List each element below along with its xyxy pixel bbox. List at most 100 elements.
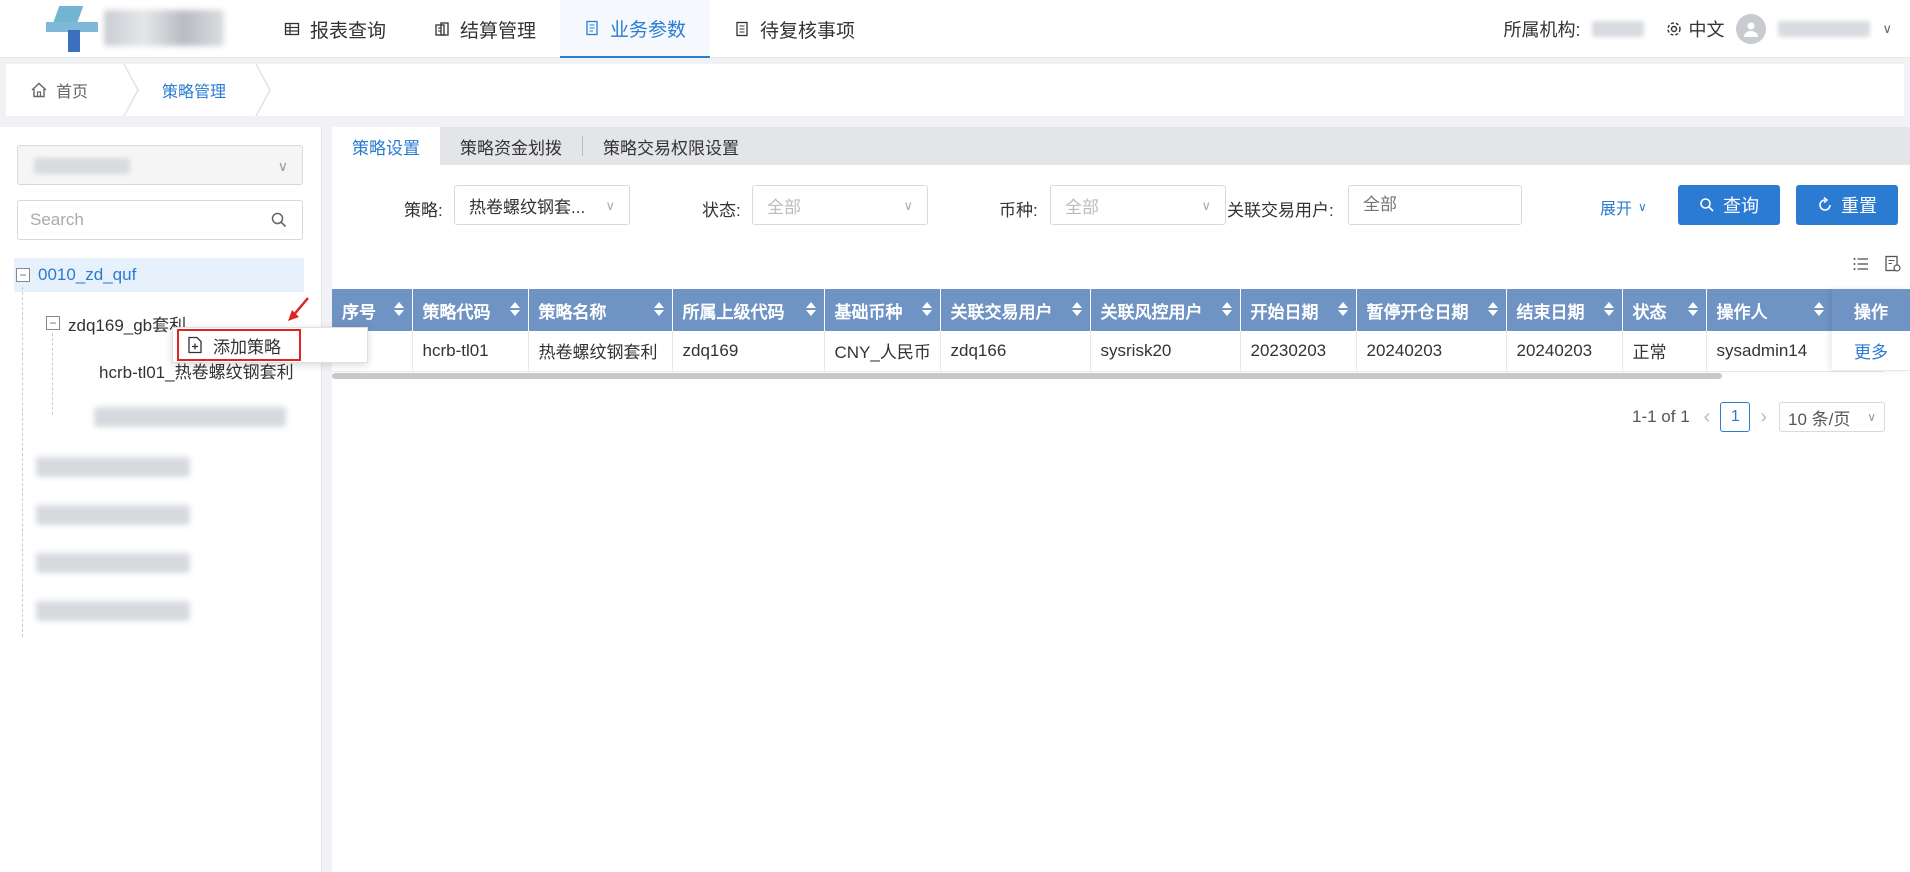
- chevron-down-icon: ∨: [277, 158, 288, 174]
- sort-icon[interactable]: [921, 302, 932, 316]
- table-row[interactable]: hcrb-tl01 热卷螺纹钢套利 zdq169 CNY_人民币 zdq166 …: [332, 331, 1883, 372]
- more-link[interactable]: 更多: [1832, 331, 1910, 371]
- sort-icon[interactable]: [653, 302, 664, 316]
- breadcrumb-current-label: 策略管理: [162, 84, 227, 101]
- prev-page-icon[interactable]: ‹: [1704, 406, 1711, 429]
- chevron-down-icon[interactable]: ∨: [1882, 21, 1892, 37]
- pagination: 1-1 of 1 ‹ 1 › 10 条/页 ∨: [1632, 402, 1885, 432]
- breadcrumb-home[interactable]: 首页: [30, 64, 88, 116]
- sort-icon[interactable]: [1071, 302, 1082, 316]
- language-switch[interactable]: 中文: [1666, 16, 1724, 42]
- col-header-strategy-name[interactable]: 策略名称: [528, 289, 673, 331]
- collapse-icon[interactable]: −: [46, 316, 60, 330]
- action-column-header: 操作: [1832, 289, 1910, 331]
- user-filter-label: 关联交易用户:: [1227, 201, 1334, 220]
- horizontal-scrollbar[interactable]: [332, 373, 1722, 379]
- action-column: 操作 更多: [1832, 289, 1910, 371]
- tab-label: 策略交易权限设置: [603, 138, 739, 158]
- search-icon[interactable]: [270, 211, 288, 229]
- sort-icon[interactable]: [1221, 302, 1232, 316]
- reset-button-label: 重置: [1841, 196, 1877, 216]
- user-filter-input[interactable]: [1349, 187, 1519, 223]
- reset-button[interactable]: 重置: [1796, 185, 1898, 225]
- nav-item-settlement[interactable]: 结算管理: [410, 0, 560, 58]
- table-icon: [284, 22, 300, 36]
- status-filter-label: 状态:: [702, 201, 741, 220]
- sort-icon[interactable]: [1603, 302, 1614, 316]
- nav-item-pending-review[interactable]: 待复核事项: [710, 0, 879, 58]
- col-header-label: 状态: [1632, 302, 1667, 322]
- col-header-risk-user[interactable]: 关联风控用户: [1090, 289, 1241, 331]
- sort-icon[interactable]: [1813, 302, 1824, 316]
- strategy-select[interactable]: 热卷螺纹钢套... ∨: [454, 185, 630, 225]
- add-file-icon: [188, 336, 202, 354]
- user-icon: [1744, 22, 1759, 37]
- col-header-label: 策略代码: [422, 302, 491, 322]
- sort-icon[interactable]: [393, 302, 404, 316]
- nav-item-reports[interactable]: 报表查询: [260, 0, 410, 58]
- next-page-icon[interactable]: ›: [1760, 406, 1767, 429]
- col-header-strategy-code[interactable]: 策略代码: [412, 289, 529, 331]
- col-header-pause-date[interactable]: 暂停开仓日期: [1356, 289, 1507, 331]
- column-list-icon[interactable]: [1852, 255, 1870, 273]
- tree-node-label: zdq169_gb套利: [68, 315, 187, 335]
- sort-icon[interactable]: [805, 302, 816, 316]
- export-icon[interactable]: [1884, 255, 1902, 273]
- query-button[interactable]: 查询: [1678, 185, 1780, 225]
- chevron-down-icon: ∨: [903, 198, 913, 213]
- col-header-start-date[interactable]: 开始日期: [1240, 289, 1357, 331]
- expand-label: 展开: [1600, 201, 1633, 218]
- col-header-label: 结束日期: [1516, 302, 1585, 322]
- tree-search: [17, 200, 303, 240]
- col-header-status[interactable]: 状态: [1622, 289, 1707, 331]
- col-header-label: 所属上级代码: [682, 302, 785, 322]
- tab-strategy-settings[interactable]: 策略设置: [332, 127, 440, 165]
- currency-select-value: 全部: [1065, 197, 1099, 217]
- nav-item-label: 待复核事项: [760, 20, 856, 42]
- table-header-row: 序号 策略代码 策略名称 所属上级代码 基础币种 关联交易用户 关联风控用户 开…: [332, 289, 1883, 331]
- col-header-trading-user[interactable]: 关联交易用户: [940, 289, 1091, 331]
- tab-label: 策略设置: [352, 138, 420, 158]
- org-select[interactable]: ∨: [17, 145, 303, 185]
- col-header-parent-code[interactable]: 所属上级代码: [672, 289, 825, 331]
- col-header-end-date[interactable]: 结束日期: [1506, 289, 1623, 331]
- cell-strategy-code: hcrb-tl01: [412, 331, 529, 372]
- tree-node-child[interactable]: − zdq169_gb套利: [44, 306, 186, 340]
- tree-guide-line: [22, 287, 23, 637]
- page-number[interactable]: 1: [1720, 402, 1751, 432]
- checklist-icon: [736, 21, 748, 37]
- cell-pause-date: 20240203: [1356, 331, 1507, 372]
- nav-item-label: 结算管理: [460, 20, 537, 42]
- strategy-select-value: 热卷螺纹钢套...: [469, 197, 586, 217]
- search-icon: [1700, 198, 1714, 212]
- sort-icon[interactable]: [509, 302, 520, 316]
- tree-node-redacted: [36, 601, 190, 621]
- expand-filters-link[interactable]: 展开 ∨: [1600, 195, 1647, 219]
- collapse-icon[interactable]: −: [16, 268, 30, 282]
- user-filter-field: [1348, 185, 1522, 225]
- sort-icon[interactable]: [1487, 302, 1498, 316]
- sort-icon[interactable]: [1337, 302, 1348, 316]
- currency-select[interactable]: 全部 ∨: [1050, 185, 1226, 225]
- tree-node-root[interactable]: − 0010_zd_quf: [14, 258, 304, 292]
- language-label: 中文: [1688, 20, 1725, 40]
- nav-item-business-params[interactable]: 业务参数: [560, 0, 711, 58]
- col-header-base-currency[interactable]: 基础币种: [824, 289, 941, 331]
- tree-search-input[interactable]: [18, 201, 248, 239]
- username-redacted[interactable]: [1778, 21, 1871, 37]
- tab-trading-permissions[interactable]: 策略交易权限设置: [583, 127, 759, 165]
- avatar[interactable]: [1736, 14, 1767, 44]
- building-icon: [435, 22, 449, 36]
- col-header-operator[interactable]: 操作人: [1706, 289, 1833, 331]
- gear-icon: [1667, 22, 1682, 36]
- cell-operator: sysadmin14: [1706, 331, 1833, 372]
- breadcrumb-current[interactable]: 策略管理: [162, 64, 226, 116]
- pagination-summary: 1-1 of 1: [1632, 407, 1690, 426]
- page-size-select[interactable]: 10 条/页 ∨: [1779, 402, 1885, 432]
- col-header-index[interactable]: 序号: [332, 289, 413, 331]
- sort-icon[interactable]: [1687, 302, 1698, 316]
- status-select[interactable]: 全部 ∨: [752, 185, 928, 225]
- tree-guide-line: [52, 333, 53, 415]
- tab-fund-transfer[interactable]: 策略资金划拨: [440, 127, 582, 165]
- add-strategy-menu-item[interactable]: 添加策略: [177, 329, 301, 361]
